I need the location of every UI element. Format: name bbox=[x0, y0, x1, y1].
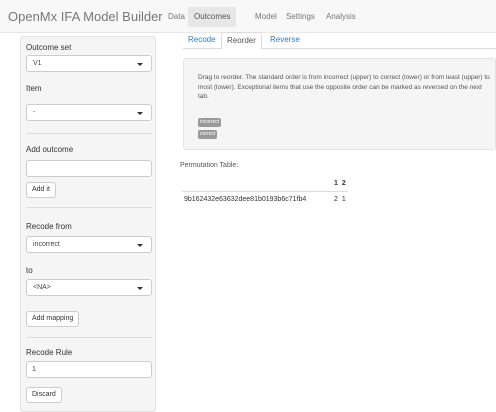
tab-recode[interactable]: Recode bbox=[183, 32, 221, 49]
permutation-table-title: Permutation Table: bbox=[180, 162, 239, 169]
item-value: - bbox=[33, 109, 36, 116]
table-header-row: 1 2 bbox=[182, 177, 348, 191]
sidebar-divider bbox=[26, 133, 152, 134]
recode-to-select[interactable]: <NA> bbox=[26, 279, 152, 296]
column-header: 2 bbox=[341, 180, 346, 188]
recode-rule-input[interactable]: 1 bbox=[26, 361, 152, 378]
permutation-table: 1 2 9b162432e63632dee81b0193b6c71fb4 2 1 bbox=[182, 177, 348, 207]
column-header bbox=[182, 177, 332, 191]
sortable-chip-correct[interactable]: correct bbox=[198, 130, 218, 139]
nav-tab-analysis[interactable]: Analysis bbox=[320, 7, 362, 27]
sidebar-divider bbox=[26, 337, 152, 338]
table-cell: 2 bbox=[332, 190, 340, 207]
sidebar-divider bbox=[26, 207, 152, 208]
recode-from-select[interactable]: incorrect bbox=[26, 236, 152, 253]
sidebar-panel: Outcome set V1 Item - Add outcome Add it… bbox=[20, 36, 156, 412]
outcome-set-select[interactable]: V1 bbox=[26, 55, 152, 72]
nav-tab-data[interactable]: Data bbox=[162, 7, 191, 27]
chevron-down-icon bbox=[137, 244, 143, 247]
outcome-set-value: V1 bbox=[33, 60, 42, 67]
app-brand[interactable]: OpenMx IFA Model Builder bbox=[8, 9, 163, 24]
outcome-set-label: Outcome set bbox=[26, 43, 72, 52]
tab-reverse[interactable]: Reverse bbox=[265, 32, 305, 49]
row-name-cell: 9b162432e63632dee81b0193b6c71fb4 bbox=[182, 190, 332, 207]
item-label: Item bbox=[26, 84, 42, 93]
recode-to-value: <NA> bbox=[33, 284, 51, 291]
nav-tab-outcomes[interactable]: Outcomes bbox=[188, 7, 237, 27]
discard-button[interactable]: Discard bbox=[26, 387, 62, 403]
add-mapping-button[interactable]: Add mapping bbox=[26, 311, 80, 327]
sortable-chip-incorrect[interactable]: incorrect bbox=[198, 118, 222, 127]
chevron-down-icon bbox=[137, 63, 143, 66]
add-outcome-input[interactable] bbox=[26, 160, 152, 177]
add-it-button[interactable]: Add it bbox=[26, 182, 56, 198]
chevron-down-icon bbox=[137, 287, 143, 290]
outcome-subtabs: Recode Reorder Reverse bbox=[183, 32, 496, 50]
nav-tab-model[interactable]: Model bbox=[249, 7, 283, 27]
recode-from-label: Recode from bbox=[26, 222, 72, 231]
reorder-instructions: Drag to reorder. The standard order is f… bbox=[198, 74, 490, 100]
item-select[interactable]: - bbox=[26, 104, 152, 121]
tab-reorder[interactable]: Reorder bbox=[221, 32, 262, 50]
reorder-panel: Drag to reorder. The standard order is f… bbox=[183, 58, 496, 150]
table-row: 9b162432e63632dee81b0193b6c71fb4 2 1 bbox=[182, 190, 348, 207]
table-cell: 1 bbox=[339, 190, 348, 207]
recode-from-value: incorrect bbox=[33, 241, 60, 248]
nav-tab-settings[interactable]: Settings bbox=[280, 7, 321, 27]
recode-to-label: to bbox=[26, 266, 33, 275]
add-outcome-label: Add outcome bbox=[26, 145, 74, 154]
recode-rule-label: Recode Rule bbox=[26, 348, 73, 357]
top-navbar: OpenMx IFA Model Builder Data Outcomes M… bbox=[0, 0, 496, 33]
column-header: 1 bbox=[334, 180, 338, 188]
chevron-down-icon bbox=[137, 112, 143, 115]
